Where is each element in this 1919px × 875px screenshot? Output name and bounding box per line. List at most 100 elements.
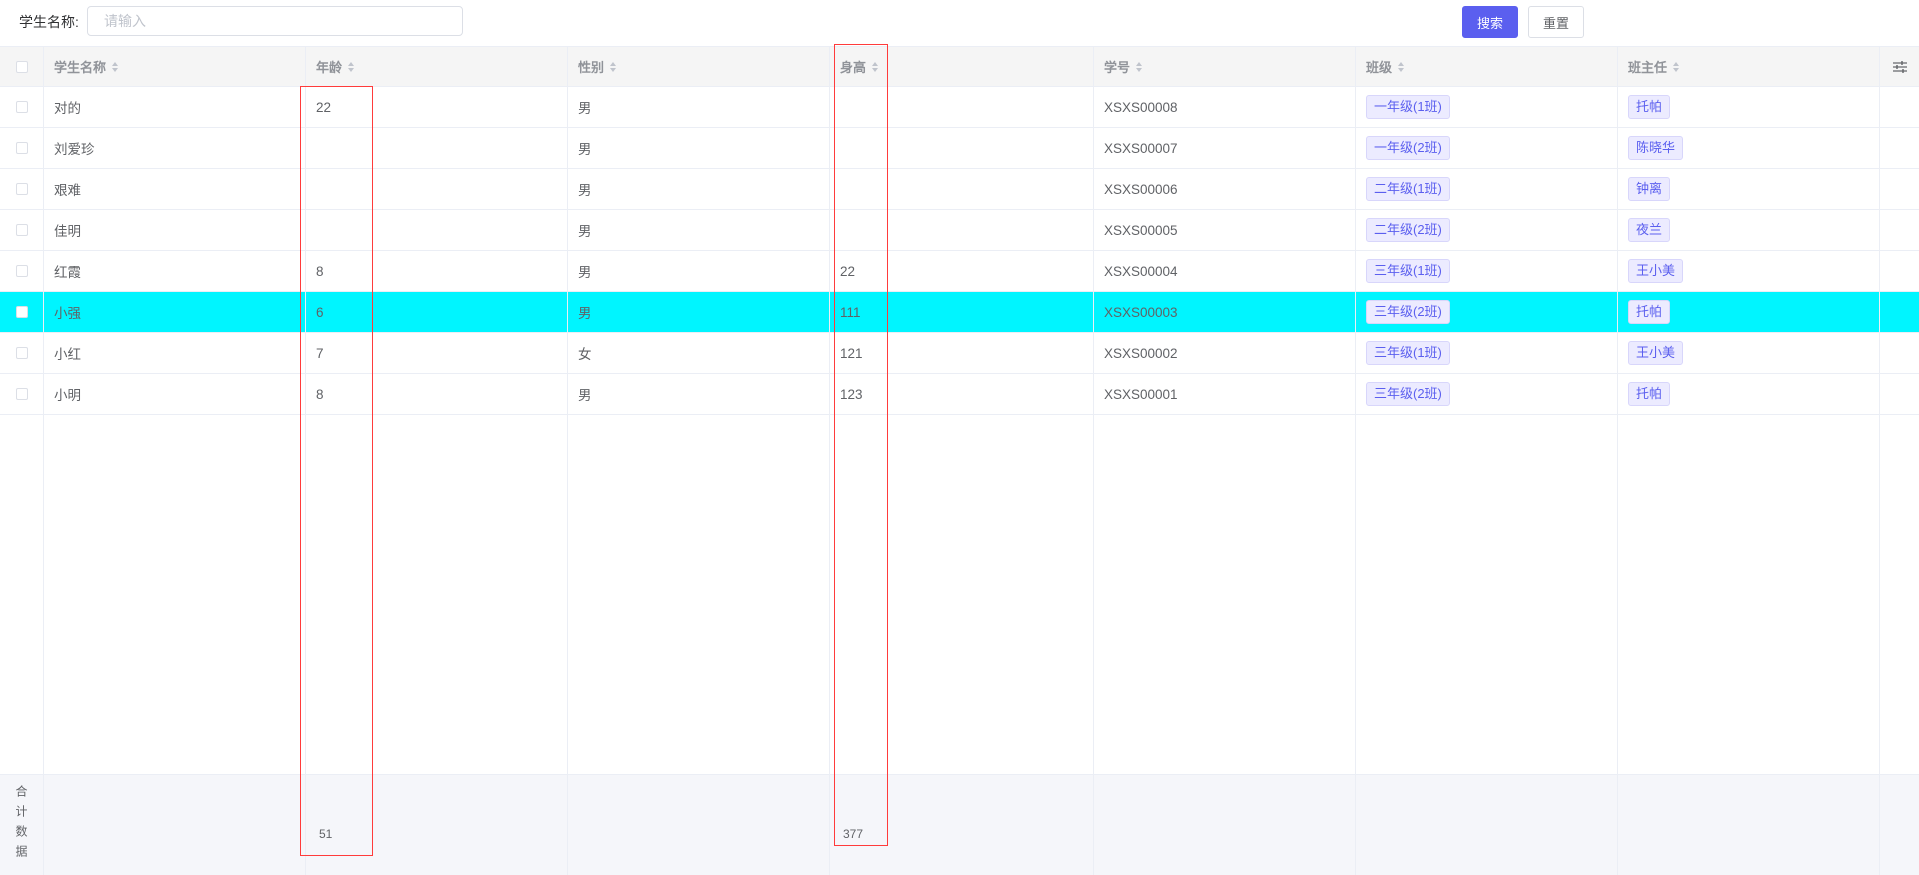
teacher-tag: 托帕: [1628, 300, 1671, 324]
sliders-icon[interactable]: [1892, 60, 1907, 73]
cell-teacher: 钟离: [1618, 169, 1880, 209]
summary-row: 合计数据 51 377: [0, 774, 1919, 875]
sort-icon[interactable]: [348, 61, 355, 72]
sort-icon[interactable]: [1136, 61, 1143, 72]
cell-class: 三年级(2班): [1356, 292, 1618, 332]
cell-age: 8: [306, 251, 568, 291]
row-checkbox-cell: [0, 128, 44, 168]
cell-age: 22: [306, 87, 568, 127]
search-button[interactable]: 搜索: [1462, 6, 1518, 38]
cell-class: 二年级(2班): [1356, 210, 1618, 250]
table-header-row: 学生名称 年龄 性别 身高 学号 班级 班主任: [0, 46, 1919, 87]
cell-teacher: 夜兰: [1618, 210, 1880, 250]
teacher-tag: 陈晓华: [1628, 136, 1684, 160]
cell-height: [830, 210, 1094, 250]
cell-age: [306, 169, 568, 209]
cell-height: [830, 128, 1094, 168]
row-checkbox[interactable]: [15, 224, 28, 236]
row-checkbox[interactable]: [15, 183, 28, 195]
student-name-search-input[interactable]: [87, 6, 463, 36]
row-checkbox[interactable]: [15, 101, 28, 113]
row-checkbox-cell: [0, 251, 44, 291]
sort-icon[interactable]: [112, 61, 119, 72]
cell-student-no: XSXS00006: [1094, 169, 1356, 209]
cell-student-no: XSXS00004: [1094, 251, 1356, 291]
cell-age: 6: [306, 292, 568, 332]
teacher-tag: 王小美: [1628, 259, 1684, 283]
table-row[interactable]: 红霞 8 男 22 XSXS00004 三年级(1班) 王小美: [0, 251, 1919, 292]
table-row[interactable]: 小强 6 男 111 XSXS00003 三年级(2班) 托帕: [0, 292, 1919, 333]
cell-student-no: XSXS00007: [1094, 128, 1356, 168]
cell-sex: 男: [568, 292, 830, 332]
teacher-tag: 钟离: [1628, 177, 1671, 201]
cell-student-no: XSXS00005: [1094, 210, 1356, 250]
row-checkbox-cell: [0, 87, 44, 127]
cell-name: 刘爱珍: [44, 128, 306, 168]
cell-class: 一年级(2班): [1356, 128, 1618, 168]
class-tag: 三年级(2班): [1366, 300, 1450, 324]
column-settings-cell: [1880, 47, 1919, 86]
cell-name: 小强: [44, 292, 306, 332]
row-checkbox[interactable]: [15, 142, 28, 154]
column-header-name[interactable]: 学生名称: [44, 47, 306, 86]
table-row[interactable]: 佳明 男 XSXS00005 二年级(2班) 夜兰: [0, 210, 1919, 251]
cell-student-no: XSXS00002: [1094, 333, 1356, 373]
cell-name: 艰难: [44, 169, 306, 209]
column-header-teacher[interactable]: 班主任: [1618, 47, 1880, 86]
summary-label-cell: 合计数据: [0, 775, 44, 875]
table-row[interactable]: 艰难 男 XSXS00006 二年级(1班) 钟离: [0, 169, 1919, 210]
column-header-age[interactable]: 年龄: [306, 47, 568, 86]
cell-name: 佳明: [44, 210, 306, 250]
reset-button[interactable]: 重置: [1528, 6, 1584, 38]
cell-age: [306, 210, 568, 250]
column-header-height[interactable]: 身高: [830, 47, 1094, 86]
cell-teacher: 托帕: [1618, 292, 1880, 332]
cell-name: 小红: [44, 333, 306, 373]
cell-teacher: 王小美: [1618, 333, 1880, 373]
row-checkbox-cell: [0, 333, 44, 373]
table-row[interactable]: 小红 7 女 121 XSXS00002 三年级(1班) 王小美: [0, 333, 1919, 374]
table-empty-area: [0, 369, 1919, 774]
teacher-tag: 王小美: [1628, 341, 1684, 365]
row-checkbox-cell: [0, 210, 44, 250]
cell-teacher: 陈晓华: [1618, 128, 1880, 168]
summary-height-cell: 377: [830, 775, 1094, 875]
cell-height: [830, 169, 1094, 209]
row-checkbox-cell: [0, 169, 44, 209]
sort-icon[interactable]: [610, 61, 617, 72]
table-row[interactable]: 刘爱珍 男 XSXS00007 一年级(2班) 陈晓华: [0, 128, 1919, 169]
column-header-student-no[interactable]: 学号: [1094, 47, 1356, 86]
cell-age: [306, 128, 568, 168]
cell-height: 111: [830, 292, 1094, 332]
class-tag: 二年级(2班): [1366, 218, 1450, 242]
teacher-tag: 夜兰: [1628, 218, 1671, 242]
cell-class: 三年级(1班): [1356, 251, 1618, 291]
cell-height: 121: [830, 333, 1094, 373]
cell-sex: 女: [568, 333, 830, 373]
cell-student-no: XSXS00008: [1094, 87, 1356, 127]
sort-icon[interactable]: [1673, 61, 1680, 72]
column-header-class[interactable]: 班级: [1356, 47, 1618, 86]
row-checkbox[interactable]: [15, 347, 28, 359]
cell-age: 7: [306, 333, 568, 373]
sort-icon[interactable]: [1398, 61, 1405, 72]
cell-sex: 男: [568, 169, 830, 209]
column-header-sex[interactable]: 性别: [568, 47, 830, 86]
select-all-checkbox[interactable]: [15, 60, 28, 73]
teacher-tag: 托帕: [1628, 95, 1671, 119]
summary-age-cell: 51: [306, 775, 568, 875]
class-tag: 三年级(1班): [1366, 341, 1450, 365]
cell-sex: 男: [568, 210, 830, 250]
table-row[interactable]: 对的 22 男 XSXS00008 一年级(1班) 托帕: [0, 87, 1919, 128]
cell-height: [830, 87, 1094, 127]
sort-icon[interactable]: [872, 61, 879, 72]
class-tag: 一年级(1班): [1366, 95, 1450, 119]
row-checkbox[interactable]: [15, 265, 28, 277]
cell-class: 二年级(1班): [1356, 169, 1618, 209]
cell-class: 一年级(1班): [1356, 87, 1618, 127]
cell-class: 三年级(1班): [1356, 333, 1618, 373]
row-checkbox[interactable]: [15, 306, 28, 318]
summary-height-total: 377: [843, 827, 864, 841]
cell-height: 22: [830, 251, 1094, 291]
cell-sex: 男: [568, 128, 830, 168]
